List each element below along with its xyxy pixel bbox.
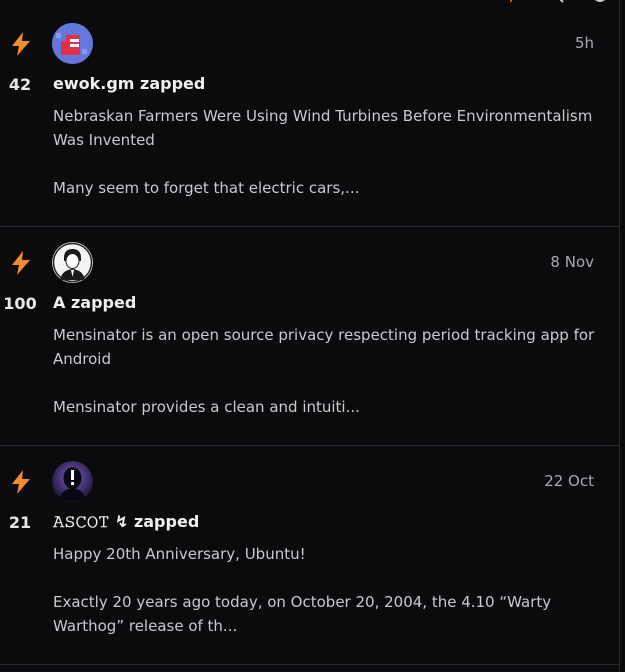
post-preview[interactable]: Happy 20th Anniversary, Ubuntu! Exactly … [53,542,598,638]
post-title: Happy 20th Anniversary, Ubuntu! [53,545,306,563]
timestamp[interactable]: 8 Nov [550,253,594,271]
zap-count: 21 [8,513,32,532]
post-title: Mensinator is an open source privacy res… [53,326,595,368]
post-excerpt: Exactly 20 years ago today, on October 2… [53,593,552,635]
feed-item[interactable]: 21 22 Oct 𝙰𝚂𝙲𝙾𝚃 ↯ zapped Happy 20th Anni… [0,446,619,665]
avatar[interactable] [52,23,93,64]
zap-feed: 42 5h ewok.gm zapped Nebraskan Farmers W… [0,0,620,672]
lightning-icon[interactable] [10,251,32,275]
post-title: Nebraskan Farmers Were Using Wind Turbin… [53,107,593,149]
timestamp[interactable]: 5h [575,34,594,52]
person-avatar-icon [52,242,93,283]
zapper-name[interactable]: A zapped [53,293,136,312]
post-preview[interactable]: Mensinator is an open source privacy res… [53,323,598,419]
avatar[interactable] [52,242,93,283]
feed-item[interactable]: 42 5h ewok.gm zapped Nebraskan Farmers W… [0,0,619,227]
post-excerpt: Mensinator provides a clean and intuiti.… [53,398,360,416]
lightning-icon[interactable] [10,470,32,494]
lightning-icon[interactable] [10,32,32,56]
timestamp[interactable]: 22 Oct [544,472,594,490]
post-excerpt: Many seem to forget that electric cars,.… [53,179,360,197]
feed-item[interactable]: 100 8 Nov A zapped Mensinator is an open… [0,227,619,446]
nostr-avatar-red-icon [52,23,93,64]
zapper-name[interactable]: 𝙰𝚂𝙲𝙾𝚃 ↯ zapped [53,512,199,532]
zap-count: 42 [8,75,32,94]
zap-count: 100 [3,294,37,313]
post-preview[interactable]: Nebraskan Farmers Were Using Wind Turbin… [53,104,598,200]
avatar[interactable] [52,461,93,502]
zapper-name[interactable]: ewok.gm zapped [53,74,205,93]
exclamation-avatar-icon [52,461,93,502]
